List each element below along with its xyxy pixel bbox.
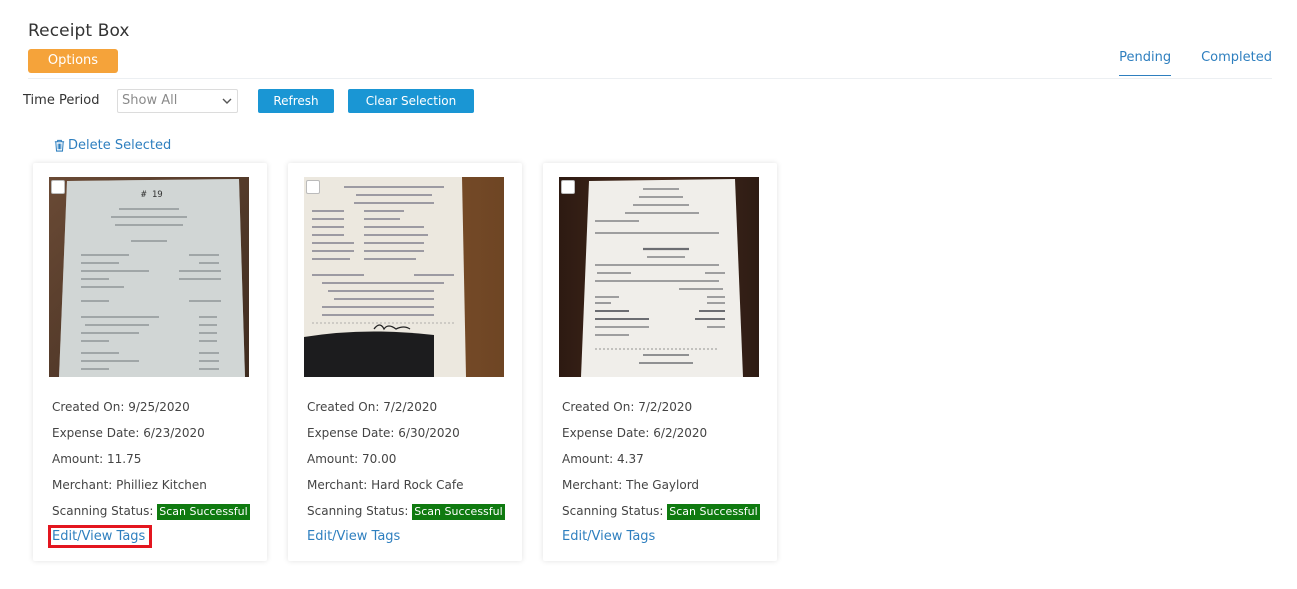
time-period-label: Time Period (23, 93, 100, 108)
receipt-image[interactable] (304, 177, 504, 377)
amount: Amount: 11.75 (52, 452, 142, 466)
delete-selected-link[interactable]: Delete Selected (53, 138, 171, 153)
receipt-details: Created On: 7/2/2020 Expense Date: 6/2/2… (562, 399, 760, 529)
receipt-image[interactable]: # 19 (49, 177, 249, 377)
status-badge: Scan Successful (157, 504, 250, 520)
receipt-card: Created On: 7/2/2020 Expense Date: 6/30/… (288, 163, 522, 561)
time-period-value: Show All (122, 93, 178, 108)
receipt-select-checkbox[interactable] (306, 180, 320, 194)
receipt-select-checkbox[interactable] (561, 180, 575, 194)
clear-selection-button[interactable]: Clear Selection (348, 89, 474, 113)
expense-date: Expense Date: 6/2/2020 (562, 426, 708, 440)
merchant: Merchant: Hard Rock Cafe (307, 478, 464, 492)
edit-view-tags-link[interactable]: Edit/View Tags (562, 529, 655, 544)
receipt-card: Created On: 7/2/2020 Expense Date: 6/2/2… (543, 163, 777, 561)
trash-icon (54, 139, 65, 152)
scanning-status-row: Scanning Status: Scan Successful (562, 503, 760, 529)
status-tabs: Pending Completed (1119, 50, 1272, 76)
scanning-status-row: Scanning Status: Scan Successful (52, 503, 250, 529)
time-period-select[interactable]: Show All (117, 89, 238, 113)
receipt-card: # 19 Created On: 9/25/2020 Expense Date:… (33, 163, 267, 561)
page-title: Receipt Box (28, 21, 130, 41)
scanning-status-label: Scanning Status: (562, 504, 664, 518)
expense-date: Expense Date: 6/23/2020 (52, 426, 205, 440)
scanning-status-label: Scanning Status: (307, 504, 409, 518)
receipt-select-checkbox[interactable] (51, 180, 65, 194)
header-divider (28, 78, 1272, 79)
created-on: Created On: 7/2/2020 (562, 400, 693, 414)
delete-selected-label: Delete Selected (68, 138, 172, 153)
scanning-status-row: Scanning Status: Scan Successful (307, 503, 505, 529)
edit-view-tags-link[interactable]: Edit/View Tags (307, 529, 400, 544)
tab-completed[interactable]: Completed (1201, 50, 1272, 76)
options-button[interactable]: Options (28, 49, 118, 73)
merchant: Merchant: Philliez Kitchen (52, 478, 207, 492)
edit-view-tags-link[interactable]: Edit/View Tags (47, 525, 153, 548)
refresh-button[interactable]: Refresh (258, 89, 334, 113)
amount: Amount: 4.37 (562, 452, 644, 466)
svg-text:# 19: # 19 (141, 190, 163, 200)
chevron-down-icon (222, 98, 232, 104)
status-badge: Scan Successful (667, 504, 760, 520)
created-on: Created On: 7/2/2020 (307, 400, 438, 414)
receipt-image[interactable] (559, 177, 759, 377)
scanning-status-label: Scanning Status: (52, 504, 154, 518)
receipt-details: Created On: 7/2/2020 Expense Date: 6/30/… (307, 399, 505, 529)
expense-date: Expense Date: 6/30/2020 (307, 426, 460, 440)
created-on: Created On: 9/25/2020 (52, 400, 190, 414)
receipt-details: Created On: 9/25/2020 Expense Date: 6/23… (52, 399, 250, 529)
merchant: Merchant: The Gaylord (562, 478, 700, 492)
tab-pending[interactable]: Pending (1119, 50, 1172, 76)
status-badge: Scan Successful (412, 504, 505, 520)
amount: Amount: 70.00 (307, 452, 397, 466)
